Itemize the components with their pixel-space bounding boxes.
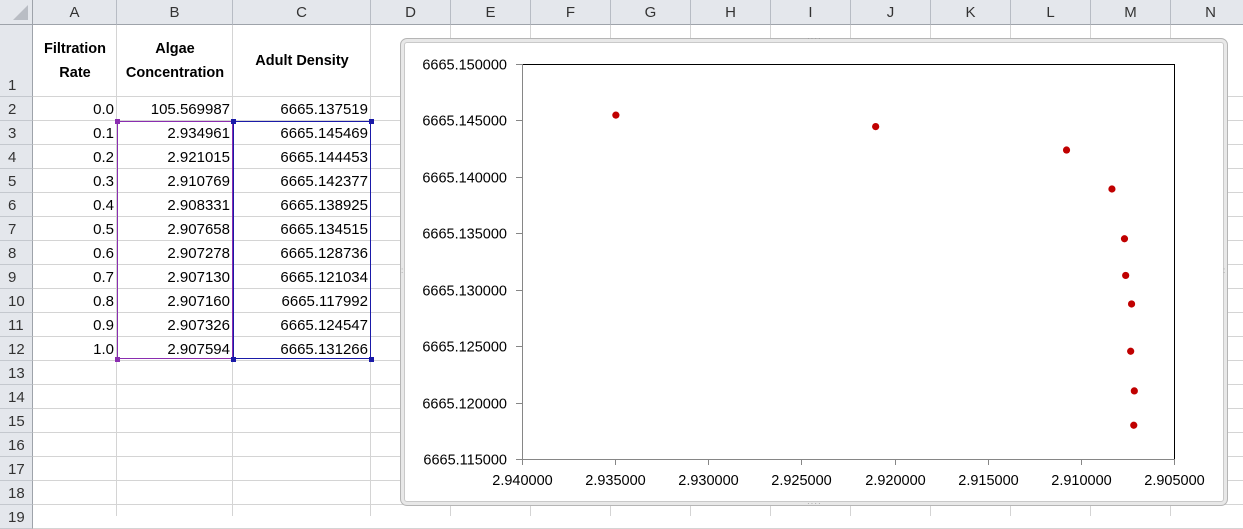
x-tick-label: 2.910000	[1051, 473, 1111, 489]
select-all-button[interactable]	[0, 0, 33, 25]
cell-A9[interactable]: 0.7	[33, 265, 117, 289]
data-point[interactable]	[1062, 146, 1071, 154]
column-header-J[interactable]: J	[851, 0, 931, 25]
cell-B2[interactable]: 105.569987	[117, 97, 233, 121]
y-range-selection-border	[233, 121, 371, 359]
column-header-B[interactable]: B	[117, 0, 233, 25]
row-header-2[interactable]: 2	[0, 97, 33, 121]
x-tick-label: 2.920000	[865, 473, 925, 489]
row-header-18[interactable]: 18	[0, 481, 33, 505]
row-header-5[interactable]: 5	[0, 169, 33, 193]
data-point[interactable]	[1108, 185, 1116, 193]
row-header-7[interactable]: 7	[0, 217, 33, 241]
data-point[interactable]	[872, 123, 880, 131]
row-header-12[interactable]: 12	[0, 337, 33, 361]
algae-concentration-header-line1: Algae	[155, 41, 195, 57]
data-point[interactable]	[1130, 387, 1138, 395]
x-tick-label: 2.935000	[585, 473, 645, 489]
cell-A10[interactable]: 0.8	[33, 289, 117, 313]
selection-handle-b-top-left[interactable]	[115, 119, 120, 124]
row-header-8[interactable]: 8	[0, 241, 33, 265]
cell-C2[interactable]: 6665.137519	[233, 97, 371, 121]
selection-handle-b-bottom-left[interactable]	[115, 357, 120, 362]
data-point[interactable]	[1120, 235, 1129, 243]
row-header-19[interactable]: 19	[0, 505, 33, 529]
cell-A2[interactable]: 0.0	[33, 97, 117, 121]
algae-concentration-header-line2: Concentration	[125, 65, 225, 81]
column-header-G[interactable]: G	[611, 0, 691, 25]
selection-handle-b-top-right[interactable]	[231, 119, 236, 124]
y-tick-label: 6665.115000	[423, 453, 507, 469]
column-header-D[interactable]: D	[371, 0, 451, 25]
x-tick-label: 2.915000	[958, 473, 1018, 489]
column-header-K[interactable]: K	[931, 0, 1011, 25]
data-point[interactable]	[1127, 300, 1136, 308]
column-header-H[interactable]: H	[691, 0, 771, 25]
x-tick-label: 2.930000	[678, 473, 738, 489]
cell-A3[interactable]: 0.1	[33, 121, 117, 145]
cell-A12[interactable]: 1.0	[33, 337, 117, 361]
cell-A5[interactable]: 0.3	[33, 169, 117, 193]
x-tick-label: 2.925000	[771, 473, 831, 489]
selection-handle-c-top-right[interactable]	[369, 119, 374, 124]
y-tick-label: 6665.145000	[422, 114, 507, 130]
cell-A11[interactable]: 0.9	[33, 313, 117, 337]
cell-A1[interactable]: Filtration Rate	[33, 25, 117, 97]
column-header-F[interactable]: F	[531, 0, 611, 25]
select-all-triangle-icon	[13, 5, 28, 20]
row-header-16[interactable]: 16	[0, 433, 33, 457]
y-axis: 6665.150000 6665.145000 6665.140000 6665.13…	[422, 58, 523, 469]
cell-A8[interactable]: 0.6	[33, 241, 117, 265]
data-point[interactable]	[1122, 271, 1130, 280]
row-header-9[interactable]: 9	[0, 265, 33, 289]
plot-area[interactable]	[522, 64, 1175, 460]
row-header-13[interactable]: 13	[0, 361, 33, 385]
column-header-E[interactable]: E	[451, 0, 531, 25]
cell-A7[interactable]: 0.5	[33, 217, 117, 241]
x-axis: 2.940000 2.935000 2.930000 2.925000 2.920000…	[492, 459, 1205, 489]
x-tick-label: 2.940000	[492, 473, 552, 489]
y-tick-label: 6665.140000	[422, 171, 507, 187]
cell-C1[interactable]: Adult Density	[233, 25, 371, 97]
row-header-4[interactable]: 4	[0, 145, 33, 169]
column-header-A[interactable]: A	[33, 0, 117, 25]
chart-canvas: 6665.150000 6665.145000 6665.140000 6665.13…	[422, 58, 1205, 490]
column-header-C[interactable]: C	[233, 0, 371, 25]
y-tick-label: 6665.125000	[422, 340, 507, 356]
row-header-14[interactable]: 14	[0, 385, 33, 409]
y-tick-label: 6665.120000	[422, 397, 507, 413]
y-tick-label: 6665.135000	[422, 227, 507, 243]
cell-B1[interactable]: Algae Concentration	[117, 25, 233, 97]
y-tick-label: 6665.150000	[422, 58, 507, 74]
x-tick-label: 2.905000	[1144, 473, 1204, 489]
filtration-rate-header-line2: Rate	[59, 65, 91, 81]
column-header-I[interactable]: I	[771, 0, 851, 25]
row-header-15[interactable]: 15	[0, 409, 33, 433]
row-header-6[interactable]: 6	[0, 193, 33, 217]
scatter-chart[interactable]: ···· ···· : : 6665.150000 6665.145000 6665…	[400, 35, 1228, 508]
selection-handle-b-bottom-right[interactable]	[231, 357, 236, 362]
y-tick-label: 6665.130000	[422, 284, 507, 300]
adult-density-header: Adult Density	[255, 53, 349, 69]
column-header-M[interactable]: M	[1091, 0, 1171, 25]
selection-handle-c-bottom-right[interactable]	[369, 357, 374, 362]
x-range-selection-border	[117, 121, 233, 359]
data-point[interactable]	[1130, 421, 1138, 429]
row-header-10[interactable]: 10	[0, 289, 33, 313]
filtration-rate-header-line1: Filtration	[43, 41, 107, 57]
row-header-17[interactable]: 17	[0, 457, 33, 481]
column-header-N[interactable]: N	[1171, 0, 1243, 25]
row-header-11[interactable]: 11	[0, 313, 33, 337]
row-header-3[interactable]: 3	[0, 121, 33, 145]
row-header-1[interactable]: 1	[0, 25, 33, 97]
column-header-L[interactable]: L	[1011, 0, 1091, 25]
cell-A4[interactable]: 0.2	[33, 145, 117, 169]
cell-A6[interactable]: 0.4	[33, 193, 117, 217]
data-point[interactable]	[612, 111, 620, 119]
data-point[interactable]	[1127, 347, 1135, 355]
